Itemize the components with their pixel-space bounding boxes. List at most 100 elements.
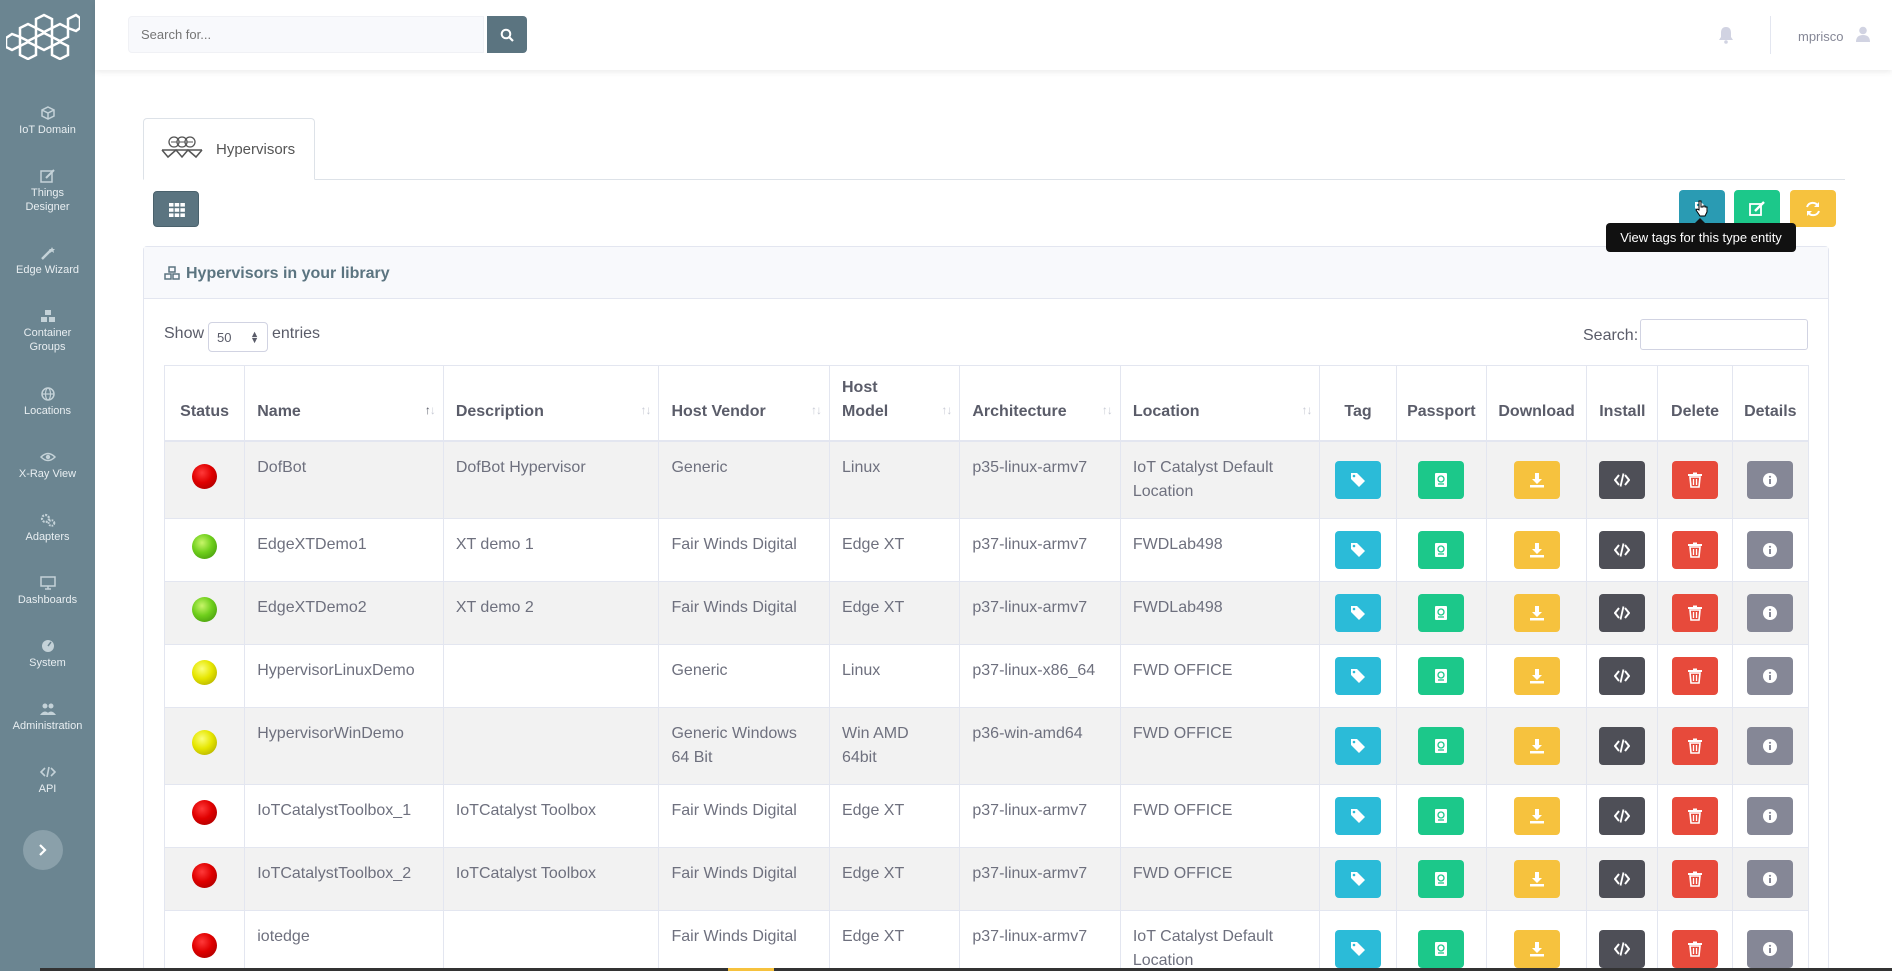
- edit-icon: [1749, 201, 1765, 216]
- sidebar-item-edge-wizard[interactable]: Edge Wizard: [0, 246, 95, 277]
- table-row[interactable]: IoTCatalystToolbox_2 IoTCatalyst Toolbox F…: [163, 846, 1810, 911]
- column-header-description[interactable]: Description ↑↓: [442, 365, 660, 442]
- table-row[interactable]: EdgeXTDemo1 XT demo 1 Fair Winds Digital Ed…: [163, 517, 1810, 582]
- details-button[interactable]: [1747, 656, 1794, 695]
- tag-button[interactable]: [1335, 859, 1382, 898]
- details-button[interactable]: [1747, 859, 1794, 898]
- details-button[interactable]: [1747, 593, 1794, 632]
- logo-icon[interactable]: [6, 10, 80, 60]
- table-row[interactable]: HypervisorWinDemo Generic Windows 64 Bit W…: [163, 706, 1810, 785]
- table-row[interactable]: HypervisorLinuxDemo Generic Linux p37-linux…: [163, 643, 1810, 708]
- delete-button[interactable]: [1672, 530, 1719, 569]
- table-row[interactable]: DofBot DofBot Hypervisor Generic Linux p35-l…: [163, 440, 1810, 519]
- download-button[interactable]: [1513, 656, 1560, 695]
- details-button[interactable]: [1747, 726, 1794, 765]
- sidebar-item-api[interactable]: API: [0, 765, 95, 796]
- details-button[interactable]: [1747, 460, 1794, 499]
- passport-button[interactable]: [1418, 726, 1465, 765]
- tag-button[interactable]: [1335, 796, 1382, 835]
- sidebar-item-things-designer[interactable]: Things Designer: [0, 169, 95, 214]
- delete-button[interactable]: [1672, 859, 1719, 898]
- column-header-name[interactable]: Name ↑↓: [244, 365, 444, 442]
- table-row[interactable]: IoTCatalystToolbox_1 IoTCatalyst Toolbox F…: [163, 783, 1810, 848]
- install-button[interactable]: [1599, 656, 1646, 695]
- chevron-right-icon: [39, 844, 47, 856]
- download-button[interactable]: [1513, 460, 1560, 499]
- install-button[interactable]: [1599, 859, 1646, 898]
- download-button[interactable]: [1513, 593, 1560, 632]
- grid-view-button[interactable]: [153, 191, 199, 227]
- user-icon[interactable]: [1855, 26, 1871, 42]
- column-header-location[interactable]: Location ↑↓: [1119, 365, 1321, 442]
- tag-button[interactable]: [1335, 656, 1382, 695]
- cell-passport: [1395, 783, 1487, 848]
- table-row[interactable]: iotedge Fair Winds Digital Edge XT p37-linu…: [163, 909, 1810, 971]
- delete-button[interactable]: [1672, 656, 1719, 695]
- sidebar-item-system[interactable]: System: [0, 639, 95, 670]
- sidebar-item-iot-domain[interactable]: IoT Domain: [0, 106, 95, 137]
- passport-button[interactable]: [1418, 460, 1465, 499]
- install-button[interactable]: [1599, 530, 1646, 569]
- tab-hypervisors[interactable]: Hypervisors: [143, 118, 315, 180]
- download-button[interactable]: [1513, 929, 1560, 968]
- download-button[interactable]: [1513, 796, 1560, 835]
- column-header-status[interactable]: Status: [163, 365, 246, 442]
- install-button[interactable]: [1599, 726, 1646, 765]
- download-button[interactable]: [1513, 859, 1560, 898]
- entries-select[interactable]: 50 ▲ ▼: [208, 322, 268, 352]
- cell-details: [1731, 517, 1810, 582]
- username[interactable]: mprisco: [1798, 29, 1844, 44]
- install-button[interactable]: [1599, 929, 1646, 968]
- bell-icon[interactable]: [1718, 26, 1734, 44]
- sidebar-item-x-ray-view[interactable]: X-Ray View: [0, 450, 95, 481]
- cell-description: [442, 643, 660, 708]
- sidebar-item-locations[interactable]: Locations: [0, 387, 95, 418]
- passport-button[interactable]: [1418, 656, 1465, 695]
- delete-button[interactable]: [1672, 726, 1719, 765]
- search-button[interactable]: [487, 16, 527, 53]
- delete-button[interactable]: [1672, 929, 1719, 968]
- delete-button[interactable]: [1672, 796, 1719, 835]
- tag-button[interactable]: [1335, 460, 1382, 499]
- details-button[interactable]: [1747, 929, 1794, 968]
- refresh-button[interactable]: [1790, 190, 1836, 227]
- download-button[interactable]: [1513, 726, 1560, 765]
- tag-button[interactable]: [1335, 929, 1382, 968]
- sidebar-item-administration[interactable]: Administration: [0, 702, 95, 733]
- info-icon: [1763, 871, 1778, 886]
- info-icon: [1763, 472, 1778, 487]
- passport-button[interactable]: [1418, 929, 1465, 968]
- install-button[interactable]: [1599, 460, 1646, 499]
- details-button[interactable]: [1747, 796, 1794, 835]
- sidebar-item-label: Container Groups: [23, 327, 72, 353]
- sidebar-toggle-button[interactable]: [23, 830, 63, 870]
- install-button[interactable]: [1599, 593, 1646, 632]
- tag-button[interactable]: [1335, 726, 1382, 765]
- cell-arch: p37-linux-armv7: [959, 909, 1121, 971]
- sidebar-item-adapters[interactable]: Adapters: [0, 513, 95, 544]
- install-button[interactable]: [1599, 796, 1646, 835]
- delete-button[interactable]: [1672, 593, 1719, 632]
- passport-button[interactable]: [1418, 859, 1465, 898]
- download-button[interactable]: [1513, 530, 1560, 569]
- passport-button[interactable]: [1418, 593, 1465, 632]
- table-search-input[interactable]: [1640, 319, 1808, 350]
- sort-icon: ↑↓: [1301, 402, 1312, 417]
- sidebar-item-dashboards[interactable]: Dashboards: [0, 576, 95, 607]
- passport-button[interactable]: [1418, 530, 1465, 569]
- table-row[interactable]: EdgeXTDemo2 XT demo 2 Fair Winds Digital Ed…: [163, 580, 1810, 645]
- column-header-host-model[interactable]: Host Model ↑↓: [828, 365, 961, 442]
- passport-button[interactable]: [1418, 796, 1465, 835]
- column-header-host-vendor[interactable]: Host Vendor ↑↓: [658, 365, 830, 442]
- details-button[interactable]: [1747, 530, 1794, 569]
- tag-button[interactable]: [1335, 530, 1382, 569]
- search-input[interactable]: [128, 16, 484, 53]
- sidebar-item-container-groups[interactable]: Container Groups: [0, 309, 95, 354]
- cell-delete: [1657, 706, 1733, 785]
- entries-value: 50: [217, 330, 232, 345]
- cell-arch: p37-linux-x86_64: [959, 643, 1121, 708]
- edit-button[interactable]: [1734, 190, 1780, 227]
- column-header-architecture[interactable]: Architecture ↑↓: [959, 365, 1121, 442]
- tag-button[interactable]: [1335, 593, 1382, 632]
- delete-button[interactable]: [1672, 460, 1719, 499]
